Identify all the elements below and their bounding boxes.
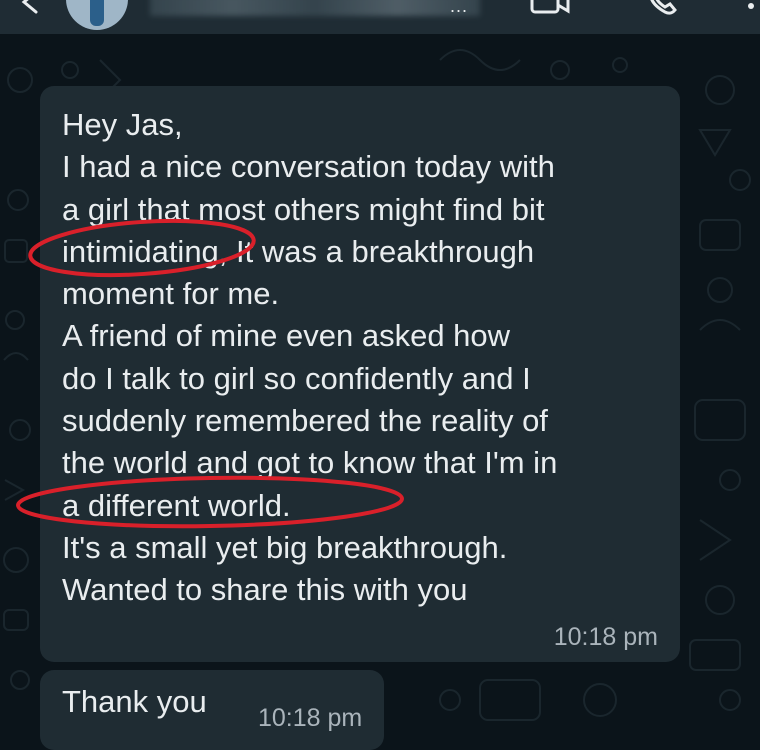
video-call-icon[interactable] [530,0,570,16]
contact-name-ellipsis: ... [450,0,469,16]
message-timestamp: 10:18 pm [258,704,363,732]
avatar[interactable] [66,0,128,30]
more-options-icon[interactable] [746,0,756,16]
message-bubble[interactable]: Hey Jas, I had a nice conversation today… [40,86,680,662]
message-text: Thank you [62,684,207,719]
message-timestamp: 10:18 pm [553,623,658,651]
message-text: Hey Jas, I had a nice conversation today… [62,107,558,608]
contact-name-blurred[interactable] [150,0,480,16]
chat-header: ... [0,0,760,34]
message-bubble[interactable]: Thank you 10:18 pm [40,670,384,750]
back-arrow-icon[interactable] [18,0,46,16]
avatar-figure [90,0,104,26]
voice-call-icon[interactable] [645,0,685,16]
